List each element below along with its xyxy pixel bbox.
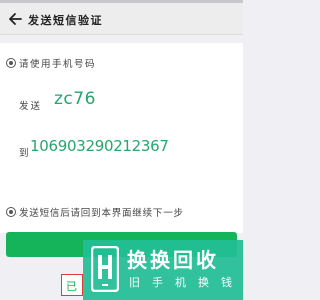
brand-watermark: 换换回收 旧手机换钱 <box>83 240 243 300</box>
verification-code: zc76 <box>54 89 96 109</box>
step-two-instruction: 发送短信后请回到本界面继续下一步 <box>19 208 184 219</box>
back-arrow-icon <box>9 13 22 25</box>
send-label: 发送 <box>19 101 43 112</box>
step-one-bullet-icon <box>6 58 16 68</box>
top-navigation-bar: 发送短信验证 <box>0 3 243 35</box>
brand-h-logo-icon <box>91 246 119 292</box>
verification-card: 请使用手机号码 发送 zc76 到 106903290212367 发送短信后请… <box>0 43 243 233</box>
step-one-instruction: 请使用手机号码 <box>19 59 97 70</box>
sent-confirm-button[interactable]: 已 <box>61 274 83 296</box>
back-button[interactable] <box>6 10 24 28</box>
brand-name: 换换回收 <box>127 248 219 272</box>
step-two-bullet-icon <box>6 207 16 217</box>
brand-slogan: 旧手机换钱 <box>129 276 244 289</box>
sent-confirm-label: 已 <box>66 280 77 293</box>
to-label: 到 <box>19 148 29 159</box>
page-title: 发送短信验证 <box>28 14 103 27</box>
target-phone-number: 106903290212367 <box>30 137 169 155</box>
